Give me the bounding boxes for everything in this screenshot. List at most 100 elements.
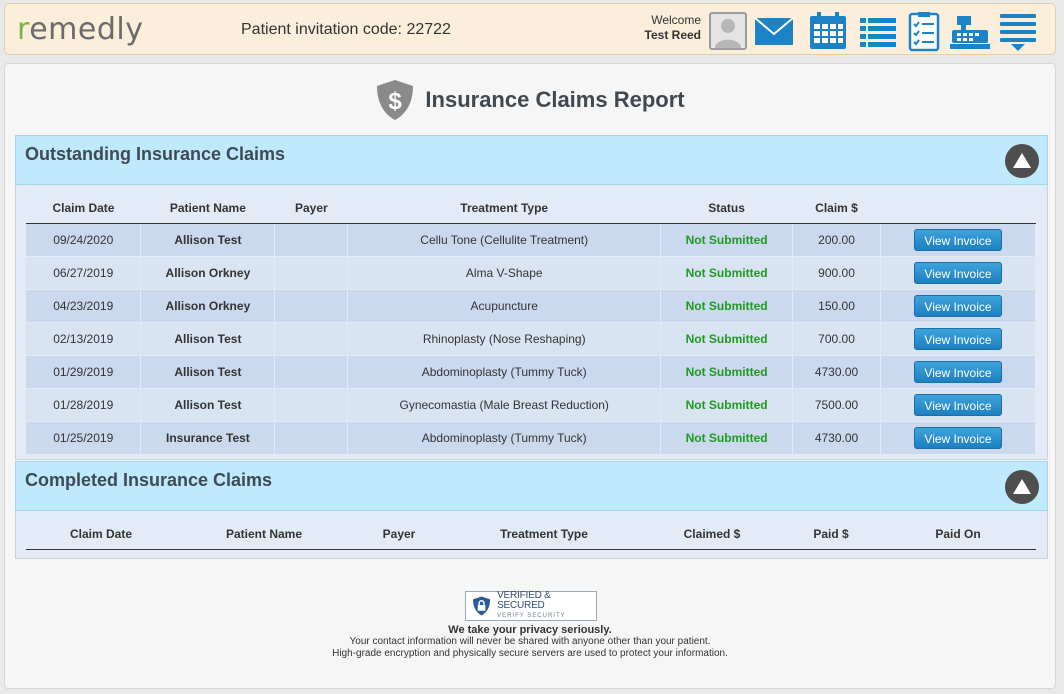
col-payer[interactable]: Payer <box>352 516 446 550</box>
action-cell: View Invoice <box>880 289 1036 323</box>
treatment-type-cell: Abdominoplasty (Tummy Tuck) <box>347 421 662 455</box>
payer-cell <box>274 322 349 356</box>
claim-date-cell: 01/29/2019 <box>26 355 142 389</box>
payer-cell <box>274 256 349 290</box>
page-title-row: $ Insurance Claims Report <box>5 78 1055 122</box>
col-paid-on[interactable]: Paid On <box>880 516 1036 550</box>
view-invoice-button[interactable]: View Invoice <box>914 393 1002 416</box>
verified-secured-badge[interactable]: VERIFIED & SECURED VERIFY SECURITY <box>465 591 597 621</box>
col-claim-amount[interactable]: Claim $ <box>792 190 881 224</box>
invitation-code: Patient invitation code: 22722 <box>241 21 451 38</box>
treatment-type-cell: Cellu Tone (Cellulite Treatment) <box>347 223 662 257</box>
view-invoice-button[interactable]: View Invoice <box>914 360 1002 383</box>
shield-dollar-icon: $ <box>377 80 414 120</box>
lock-icon <box>472 596 491 616</box>
top-header: remedly Patient invitation code: 22722 W… <box>4 3 1056 55</box>
completed-claims-header: Completed Insurance Claims <box>15 461 1048 511</box>
view-invoice-button[interactable]: View Invoice <box>914 327 1002 350</box>
view-invoice-button[interactable]: View Invoice <box>914 294 1002 317</box>
col-treatment-type[interactable]: Treatment Type <box>446 516 642 550</box>
outstanding-header-row: Claim Date Patient Name Payer Treatment … <box>26 190 1036 224</box>
avatar-icon[interactable] <box>707 10 749 52</box>
col-claim-date[interactable]: Claim Date <box>26 516 176 550</box>
claim-date-cell: 02/13/2019 <box>26 322 142 356</box>
treatment-type-cell: Gynecomastia (Male Breast Reduction) <box>347 388 662 422</box>
status-cell: Not Submitted <box>660 256 794 290</box>
action-cell: View Invoice <box>880 223 1036 257</box>
calendar-icon[interactable] <box>807 10 849 52</box>
outstanding-claims-table: Claim Date Patient Name Payer Treatment … <box>26 190 1036 455</box>
patient-name-cell: Insurance Test <box>140 421 276 455</box>
privacy-title: We take your privacy seriously. <box>448 624 612 636</box>
payer-cell <box>274 421 349 455</box>
claim-row: 04/23/2019 Allison Orkney Acupuncture Not S… <box>26 289 1036 323</box>
action-cell: View Invoice <box>880 322 1036 356</box>
col-treatment-type[interactable]: Treatment Type <box>347 190 661 224</box>
view-invoice-button[interactable]: View Invoice <box>914 426 1002 449</box>
claim-date-cell: 06/27/2019 <box>26 256 142 290</box>
col-patient-name[interactable]: Patient Name <box>176 516 352 550</box>
action-cell: View Invoice <box>880 355 1036 389</box>
col-paid-amount[interactable]: Paid $ <box>782 516 880 550</box>
menu-icon[interactable] <box>997 10 1039 52</box>
checklist-icon[interactable] <box>903 10 945 52</box>
action-cell: View Invoice <box>880 256 1036 290</box>
outstanding-collapse-toggle[interactable] <box>1005 144 1039 178</box>
completed-claims-body: Claim Date Patient Name Payer Treatment … <box>15 511 1048 559</box>
completed-collapse-toggle[interactable] <box>1005 470 1039 504</box>
outstanding-claims-header: Outstanding Insurance Claims <box>15 135 1048 185</box>
status-cell: Not Submitted <box>660 355 794 389</box>
claim-amount-cell: 4730.00 <box>792 355 881 389</box>
claim-amount-cell: 150.00 <box>792 289 881 323</box>
col-payer[interactable]: Payer <box>274 190 348 224</box>
user-name: Test Reed <box>644 28 701 42</box>
list-icon[interactable] <box>857 10 899 52</box>
patient-name-cell: Allison Test <box>140 322 276 356</box>
col-claim-date[interactable]: Claim Date <box>26 190 141 224</box>
claim-amount-cell: 7500.00 <box>792 388 881 422</box>
remedly-logo[interactable]: remedly <box>17 12 143 47</box>
completed-claims-title: Completed Insurance Claims <box>25 470 273 490</box>
privacy-line-2: High-grade encryption and physically sec… <box>332 648 728 659</box>
claim-date-cell: 01/28/2019 <box>26 388 142 422</box>
claim-date-cell: 04/23/2019 <box>26 289 142 323</box>
claim-row: 01/28/2019 Allison Test Gynecomastia (Male… <box>26 388 1036 422</box>
patient-name-cell: Allison Test <box>140 355 276 389</box>
col-claimed-amount[interactable]: Claimed $ <box>642 516 782 550</box>
payer-cell <box>274 388 349 422</box>
badge-title: VERIFIED & SECURED <box>497 590 551 611</box>
treatment-type-cell: Alma V-Shape <box>347 256 662 290</box>
claim-row: 01/25/2019 Insurance Test Abdominoplasty (… <box>26 421 1036 455</box>
outstanding-claims-title: Outstanding Insurance Claims <box>25 144 286 164</box>
view-invoice-button[interactable]: View Invoice <box>914 228 1002 251</box>
col-patient-name[interactable]: Patient Name <box>140 190 275 224</box>
treatment-type-cell: Acupuncture <box>347 289 662 323</box>
status-cell: Not Submitted <box>660 388 794 422</box>
claim-date-cell: 01/25/2019 <box>26 421 142 455</box>
claim-row: 02/13/2019 Allison Test Rhinoplasty (Nose … <box>26 322 1036 356</box>
privacy-line-1: Your contact information will never be s… <box>349 636 711 647</box>
privacy-notice: We take your privacy seriously. Your con… <box>5 624 1055 660</box>
status-cell: Not Submitted <box>660 322 794 356</box>
treatment-type-cell: Abdominoplasty (Tummy Tuck) <box>347 355 662 389</box>
claim-row: 09/24/2020 Allison Test Cellu Tone (Cellul… <box>26 223 1036 257</box>
col-status[interactable]: Status <box>660 190 793 224</box>
claim-row: 06/27/2019 Allison Orkney Alma V-Shape Not … <box>26 256 1036 290</box>
action-cell: View Invoice <box>880 388 1036 422</box>
view-invoice-button[interactable]: View Invoice <box>914 261 1002 284</box>
status-cell: Not Submitted <box>660 421 794 455</box>
cash-register-icon[interactable] <box>949 10 991 52</box>
payer-cell <box>274 289 349 323</box>
mail-icon[interactable] <box>753 10 795 52</box>
claim-amount-cell: 900.00 <box>792 256 881 290</box>
claim-amount-cell: 4730.00 <box>792 421 881 455</box>
claim-amount-cell: 700.00 <box>792 322 881 356</box>
report-panel: $ Insurance Claims Report Outstanding In… <box>4 63 1056 689</box>
patient-name-cell: Allison Orkney <box>140 289 276 323</box>
completed-header-row: Claim Date Patient Name Payer Treatment … <box>26 516 1036 550</box>
patient-name-cell: Allison Orkney <box>140 256 276 290</box>
outstanding-claims-body: Claim Date Patient Name Payer Treatment … <box>15 185 1048 460</box>
claim-amount-cell: 200.00 <box>792 223 881 257</box>
status-cell: Not Submitted <box>660 289 794 323</box>
payer-cell <box>274 355 349 389</box>
